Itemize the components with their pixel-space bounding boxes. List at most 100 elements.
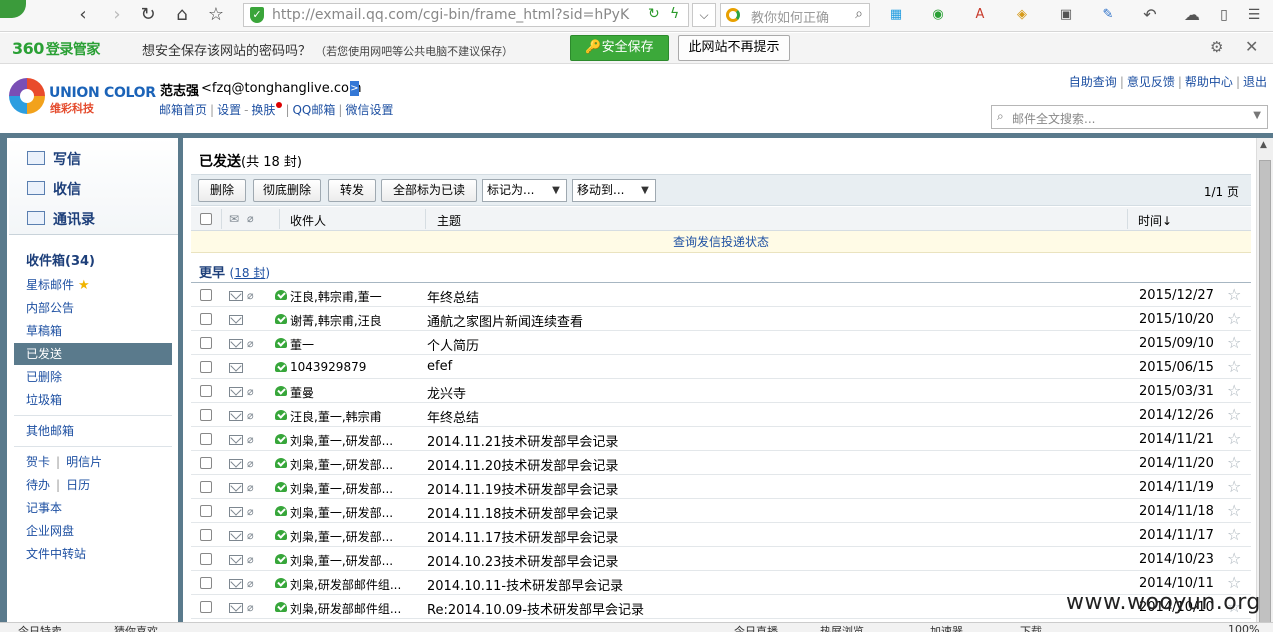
table-row[interactable]: 1043929879 efef 2015/06/15 ☆ bbox=[191, 355, 1251, 379]
link-self-service[interactable]: 自助查询 bbox=[1069, 75, 1117, 89]
star-icon[interactable]: ☆ bbox=[1227, 285, 1241, 304]
row-subject[interactable]: 通航之家图片新闻连续查看 bbox=[427, 311, 583, 330]
gear-icon[interactable]: ⚙ bbox=[1210, 38, 1223, 56]
link-mail-home[interactable]: 邮箱首页 bbox=[159, 103, 207, 117]
translate-icon[interactable]: A bbox=[970, 5, 990, 25]
address-dropdown-icon[interactable]: ⌵ bbox=[692, 3, 716, 27]
screenshot-icon[interactable]: ▣ bbox=[1056, 5, 1076, 25]
scroll-up-icon[interactable]: ▲ bbox=[1260, 140, 1267, 150]
row-checkbox[interactable] bbox=[200, 577, 212, 589]
star-icon[interactable]: ☆ bbox=[1227, 549, 1241, 568]
mail-fulltext-search[interactable]: ⌕ 邮件全文搜索... ▼ bbox=[991, 105, 1268, 129]
row-checkbox[interactable] bbox=[200, 385, 212, 397]
row-checkbox[interactable] bbox=[200, 481, 212, 493]
chevron-down-icon[interactable]: ▼ bbox=[1253, 110, 1261, 121]
scrollbar-thumb[interactable] bbox=[1259, 160, 1271, 628]
extension-icon[interactable]: ◈ bbox=[1012, 5, 1032, 25]
star-icon[interactable]: ☆ bbox=[1227, 477, 1241, 496]
address-bar[interactable]: ✓ http://exmail.qq.com/cgi-bin/frame_htm… bbox=[243, 3, 689, 27]
cloud-icon[interactable]: ☁ bbox=[1182, 5, 1202, 25]
link-feedback[interactable]: 意见反馈 bbox=[1127, 75, 1175, 89]
table-row[interactable]: ⌀ 董一 个人简历 2015/09/10 ☆ bbox=[191, 331, 1251, 355]
sidebar-item-todo[interactable]: 待办 bbox=[26, 478, 50, 492]
row-checkbox[interactable] bbox=[200, 337, 212, 349]
row-checkbox[interactable] bbox=[200, 313, 212, 325]
sidebar-item-postcard[interactable]: 明信片 bbox=[66, 455, 102, 469]
tools-icon[interactable]: ✎ bbox=[1098, 5, 1118, 25]
star-icon[interactable]: ☆ bbox=[1227, 381, 1241, 400]
table-row[interactable]: ⌀ 汪良,韩宗甫,董一 年终总结 2015/12/27 ☆ bbox=[191, 283, 1251, 307]
sidebar-item-calendar[interactable]: 日历 bbox=[66, 478, 90, 492]
row-checkbox[interactable] bbox=[200, 505, 212, 517]
sidebar-item-spam[interactable]: 垃圾箱 bbox=[14, 389, 172, 411]
table-row[interactable]: ⌀ 刘枭,董一,研发部... 2014.11.21技术研发部早会记录 2014/11/… bbox=[191, 427, 1251, 451]
mark-as-select[interactable]: 标记为... ▼ bbox=[482, 179, 567, 202]
sidebar-item-drafts[interactable]: 草稿箱 bbox=[14, 320, 172, 342]
row-checkbox[interactable] bbox=[200, 361, 212, 373]
row-subject[interactable]: 年终总结 bbox=[427, 287, 479, 306]
sidebar-item-file-transfer[interactable]: 文件中转站 bbox=[14, 543, 172, 565]
select-all-checkbox[interactable] bbox=[200, 213, 212, 225]
table-row[interactable]: ⌀ 董曼 龙兴寺 2015/03/31 ☆ bbox=[191, 379, 1251, 403]
row-subject[interactable]: 2014.11.19技术研发部早会记录 bbox=[427, 479, 618, 498]
delete-button[interactable]: 删除 bbox=[198, 179, 246, 202]
table-row[interactable]: ⌀ 刘枭,董一,研发部... 2014.11.20技术研发部早会记录 2014/11/… bbox=[191, 451, 1251, 475]
sidebar-item-sent[interactable]: 已发送 bbox=[14, 343, 172, 365]
browser-logo-icon[interactable] bbox=[0, 0, 26, 18]
row-subject[interactable]: 2014.11.20技术研发部早会记录 bbox=[427, 455, 618, 474]
star-icon[interactable]: ☆ bbox=[1227, 501, 1241, 520]
row-checkbox[interactable] bbox=[200, 457, 212, 469]
refresh-icon[interactable]: ↻ bbox=[135, 2, 161, 28]
contacts-button[interactable]: 通讯录 bbox=[27, 209, 95, 229]
row-checkbox[interactable] bbox=[200, 289, 212, 301]
row-subject[interactable]: 2014.11.21技术研发部早会记录 bbox=[427, 431, 618, 450]
move-to-select[interactable]: 移动到... ▼ bbox=[572, 179, 656, 202]
link-skin[interactable]: 换肤 bbox=[251, 103, 275, 117]
table-row[interactable]: ⌀ 刘枭,董一,研发部... 2014.11.17技术研发部早会记录 2014/11/… bbox=[191, 523, 1251, 547]
table-row[interactable]: 谢菁,韩宗甫,汪良 通航之家图片新闻连续查看 2015/10/20 ☆ bbox=[191, 307, 1251, 331]
status-live[interactable]: 今日直播 bbox=[734, 623, 778, 632]
sidebar-item-greeting-card[interactable]: 贺卡 bbox=[26, 455, 50, 469]
link-logout[interactable]: 退出 bbox=[1243, 75, 1267, 89]
sidebar-item-inbox[interactable]: 收件箱(34) bbox=[14, 251, 172, 273]
table-row[interactable]: ⌀ 刘枭,董一,研发部... 2014.11.19技术研发部早会记录 2014/11/… bbox=[191, 475, 1251, 499]
browser-search-input[interactable]: 教你如何正确 ⌕ bbox=[720, 3, 870, 27]
apps-grid-icon[interactable]: ▦ bbox=[886, 5, 906, 25]
column-time[interactable]: 时间↓ bbox=[1138, 212, 1172, 229]
menu-icon[interactable]: ☰ bbox=[1244, 5, 1264, 25]
forward-icon[interactable]: › bbox=[104, 2, 130, 28]
star-icon[interactable]: ☆ bbox=[1227, 429, 1241, 448]
link-settings[interactable]: 设置 bbox=[217, 103, 241, 117]
speed-mode-icon[interactable]: ϟ bbox=[670, 6, 679, 22]
delete-permanently-button[interactable]: 彻底删除 bbox=[253, 179, 321, 202]
scrollbar[interactable]: ▲ bbox=[1256, 138, 1273, 632]
link-qq-mail[interactable]: QQ邮箱 bbox=[292, 103, 335, 117]
undo-icon[interactable]: ↶ bbox=[1140, 5, 1160, 25]
sidebar-item-other-mailboxes[interactable]: 其他邮箱 bbox=[14, 420, 172, 442]
phone-icon[interactable]: ▯ bbox=[1214, 5, 1234, 25]
sidebar-item-notices[interactable]: 内部公告 bbox=[14, 297, 172, 319]
row-subject[interactable]: Re:2014.10.09-技术研发部早会记录 bbox=[427, 599, 644, 618]
status-guess-like[interactable]: 猜你喜欢 bbox=[114, 623, 158, 632]
receive-button[interactable]: 收信 bbox=[27, 179, 81, 199]
delivery-status-link[interactable]: 查询发信投递状态 bbox=[191, 231, 1251, 253]
safe-save-button[interactable]: 🔑安全保存 bbox=[570, 35, 669, 61]
status-hot-browse[interactable]: 热屏浏览 bbox=[820, 623, 864, 632]
status-download[interactable]: 下载 bbox=[1020, 623, 1042, 632]
sidebar-item-deleted[interactable]: 已删除 bbox=[14, 366, 172, 388]
star-icon[interactable]: ☆ bbox=[1227, 405, 1241, 424]
status-accelerator[interactable]: 加速器 bbox=[930, 623, 963, 632]
row-subject[interactable]: efef bbox=[427, 359, 452, 374]
star-icon[interactable]: ☆ bbox=[1227, 309, 1241, 328]
row-subject[interactable]: 2014.11.18技术研发部早会记录 bbox=[427, 503, 618, 522]
column-recipient[interactable]: 收件人 bbox=[290, 212, 326, 229]
mark-all-read-button[interactable]: 全部标为已读 bbox=[381, 179, 477, 202]
row-subject[interactable]: 2014.11.17技术研发部早会记录 bbox=[427, 527, 618, 546]
row-checkbox[interactable] bbox=[200, 601, 212, 613]
home-icon[interactable]: ⌂ bbox=[169, 2, 195, 28]
row-checkbox[interactable] bbox=[200, 433, 212, 445]
row-subject[interactable]: 个人简历 bbox=[427, 335, 479, 354]
status-zoom[interactable]: 100% bbox=[1228, 623, 1259, 632]
sidebar-item-netdisk[interactable]: 企业网盘 bbox=[14, 520, 172, 542]
column-subject[interactable]: 主题 bbox=[437, 212, 461, 229]
